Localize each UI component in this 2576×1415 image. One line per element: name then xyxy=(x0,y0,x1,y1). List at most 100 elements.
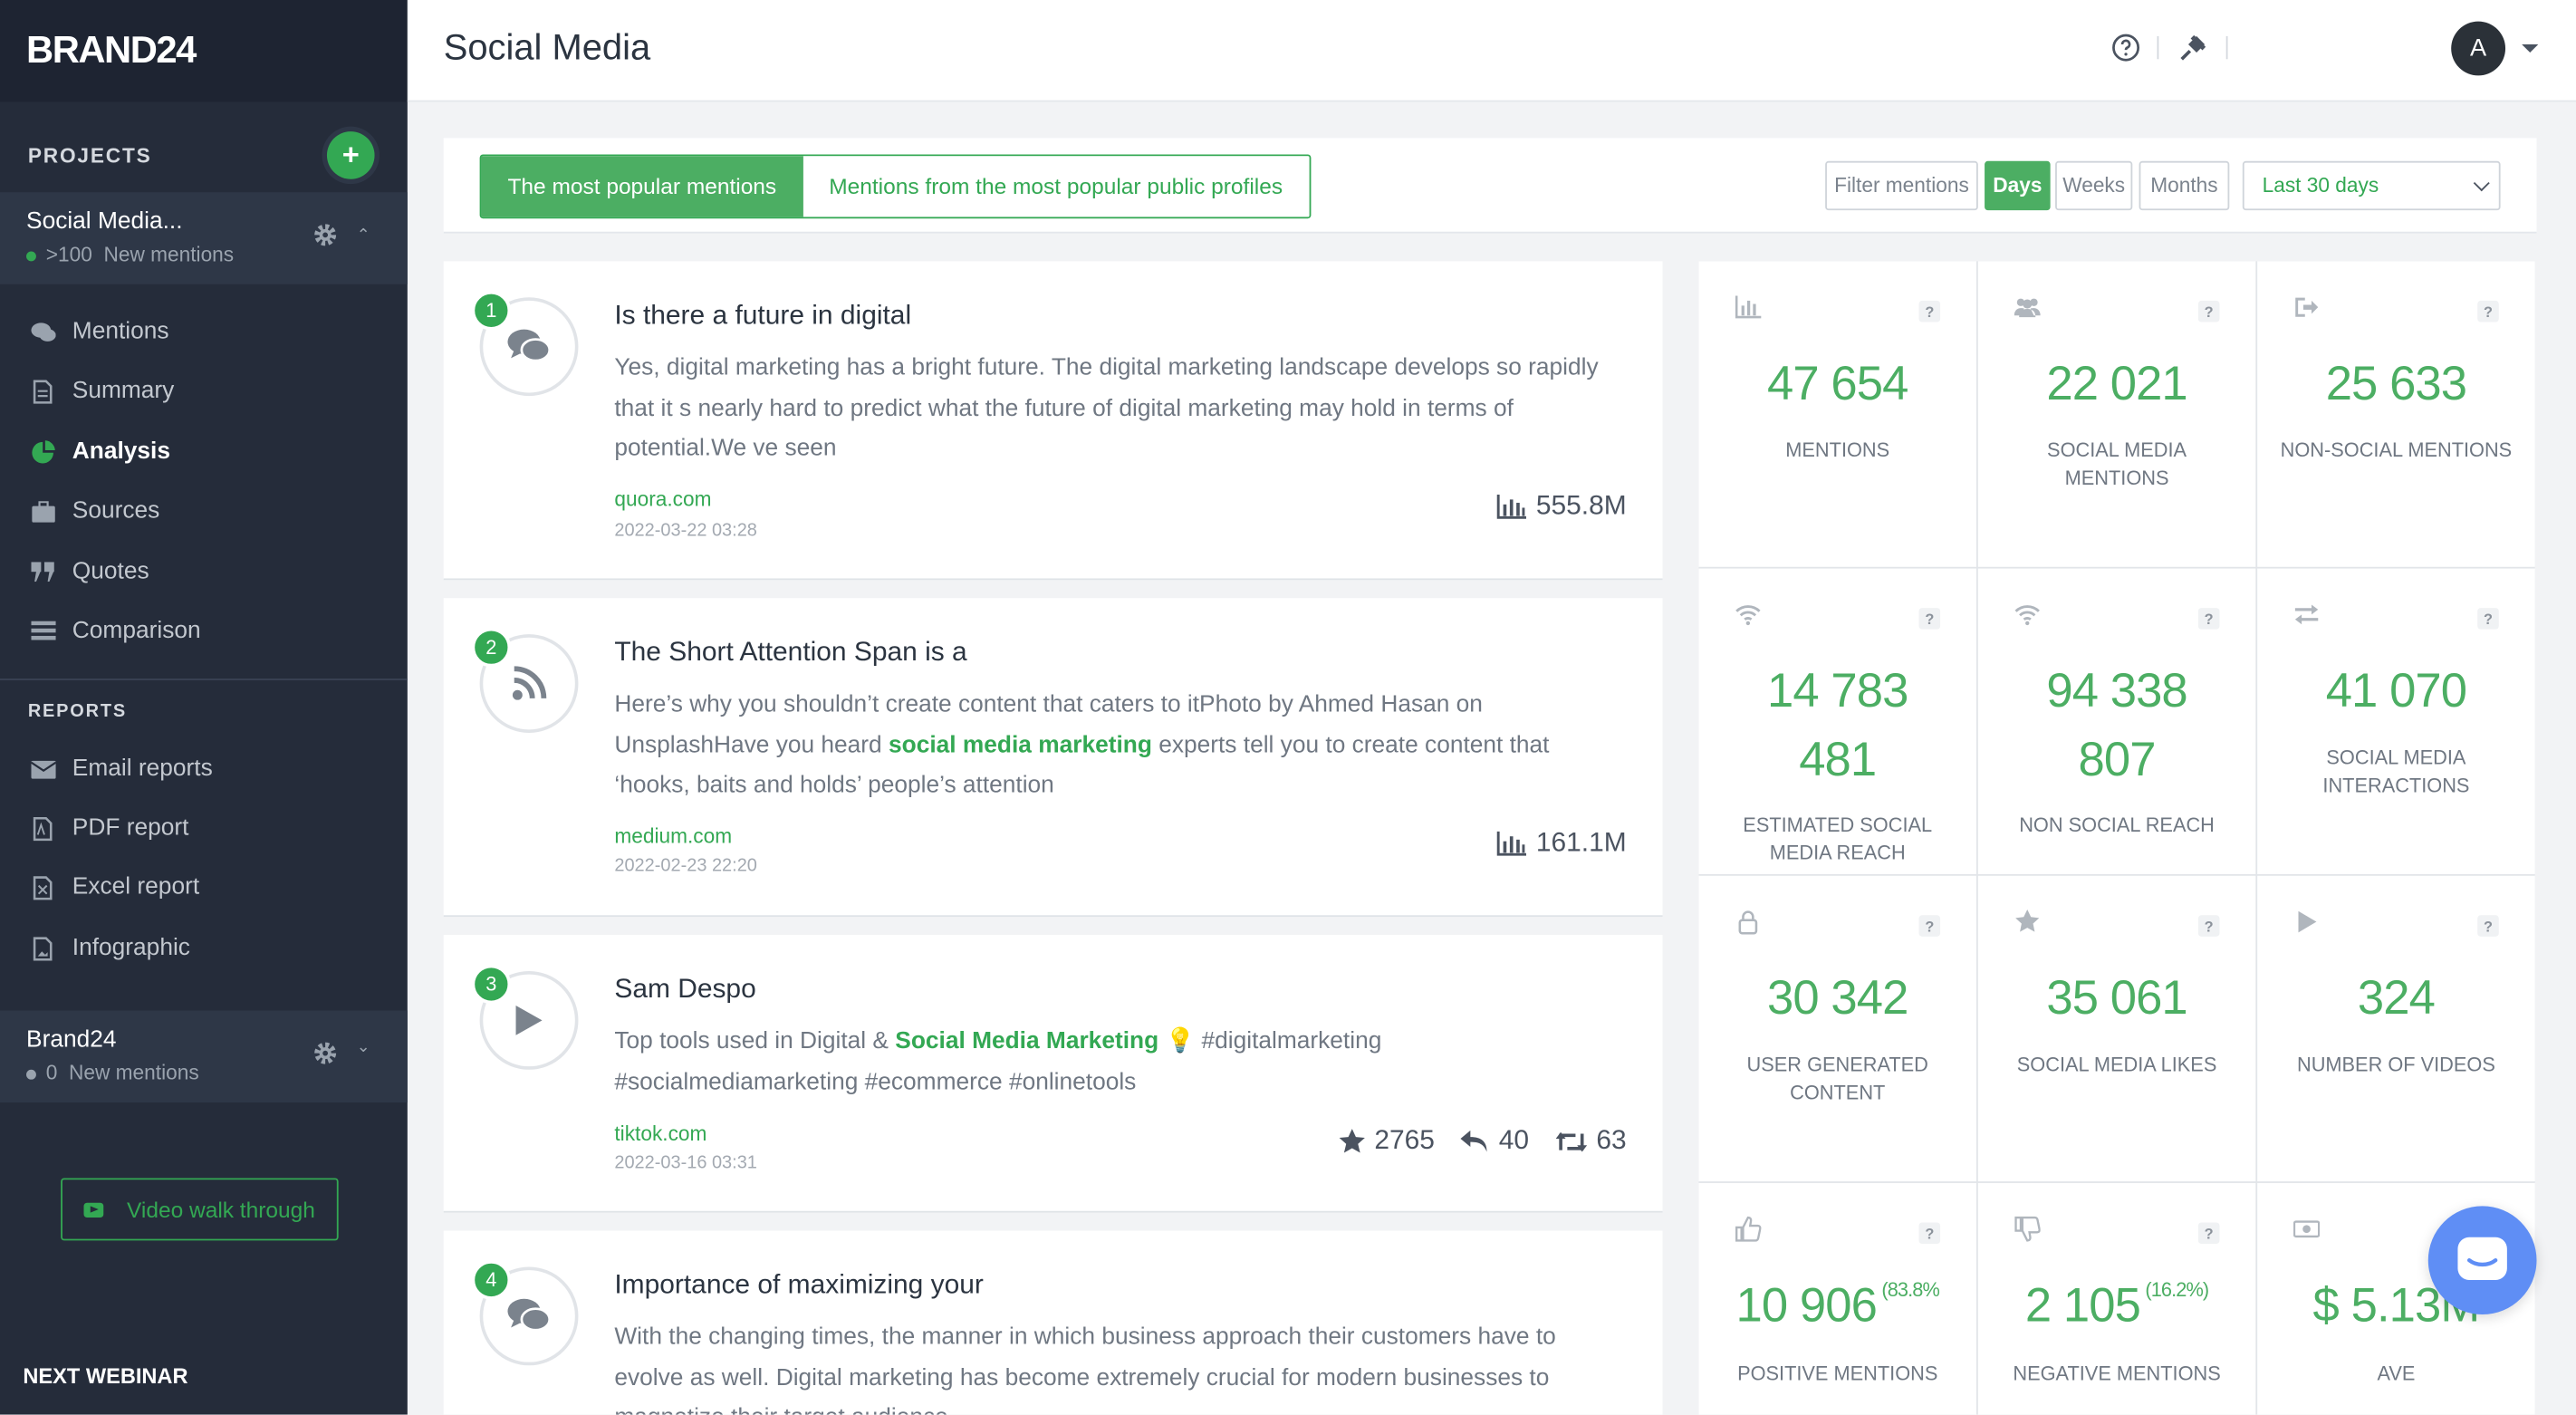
stat-value: 2 105(16.2%) xyxy=(1978,1272,2256,1341)
rss-icon xyxy=(511,666,547,702)
help-tooltip-icon[interactable]: ? xyxy=(1919,301,1941,322)
video-walkthrough-button[interactable]: Video walk through xyxy=(61,1178,339,1240)
separator xyxy=(2226,36,2228,59)
chevron-up-icon[interactable]: ⌃ xyxy=(357,226,370,245)
help-tooltip-icon[interactable]: ? xyxy=(2477,608,2499,630)
chevron-down-icon[interactable]: ⌄ xyxy=(357,1038,370,1056)
sidebar-item-infographic[interactable]: Infographic xyxy=(0,919,408,977)
help-tooltip-icon[interactable]: ? xyxy=(1919,1222,1941,1244)
stat-value: 35 061 xyxy=(1978,965,2256,1034)
help-tooltip-icon[interactable]: ? xyxy=(2477,915,2499,937)
date-range-select[interactable]: Last 30 days xyxy=(2243,161,2501,210)
chat-launcher-button[interactable] xyxy=(2428,1206,2537,1314)
mention-card[interactable]: 3 Sam Despo Top tools used in Digital & … xyxy=(444,935,1663,1213)
help-tooltip-icon[interactable]: ? xyxy=(2198,608,2220,630)
avatar[interactable]: A xyxy=(2451,22,2505,76)
mention-rank: 3 xyxy=(472,965,512,1005)
mention-source[interactable]: tiktok.com xyxy=(614,1122,706,1145)
mention-text: With the changing times, the manner in w… xyxy=(614,1318,1629,1415)
stat-non-social-reach: ? 94 338 807 NON SOCIAL REACH xyxy=(1978,569,2256,874)
stat-social-media-likes: ? 35 061 SOCIAL MEDIA LIKES xyxy=(1978,876,2256,1181)
retweet-icon xyxy=(1555,1130,1586,1152)
sidebar-item-mentions[interactable]: Mentions xyxy=(0,303,408,361)
mention-title[interactable]: The Short Attention Span is a xyxy=(614,638,966,669)
project-new-mentions: 0 New mentions xyxy=(26,1062,199,1084)
sidebar-item-quotes[interactable]: Quotes xyxy=(0,543,408,602)
mention-card[interactable]: 1 Is there a future in digital Yes, digi… xyxy=(444,261,1663,580)
youtube-icon xyxy=(84,1202,104,1217)
stat-value: 47 654 xyxy=(1698,350,1976,419)
help-tooltip-icon[interactable]: ? xyxy=(2477,301,2499,322)
status-dot xyxy=(26,251,36,261)
help-tooltip-icon[interactable]: ? xyxy=(2198,1222,2220,1244)
help-icon[interactable] xyxy=(2111,33,2141,63)
mention-card[interactable]: 4 Importance of maximizing your With the… xyxy=(444,1231,1663,1415)
reach-value: 555.8M xyxy=(1536,491,1627,522)
keyword-highlight: Social Media Marketing xyxy=(895,1028,1158,1054)
months-button[interactable]: Months xyxy=(2139,161,2230,210)
users-icon xyxy=(2014,294,2041,321)
help-tooltip-icon[interactable]: ? xyxy=(1919,608,1941,630)
tab-most-popular-mentions[interactable]: The most popular mentions xyxy=(481,156,803,217)
pdf-file-icon xyxy=(30,815,56,842)
project-brand24[interactable]: Brand24 0 New mentions ⌄ xyxy=(0,1010,408,1102)
project-new-mentions: >100 New mentions xyxy=(26,243,234,265)
weeks-button[interactable]: Weeks xyxy=(2055,161,2132,210)
mention-date: 2022-02-23 22:20 xyxy=(614,856,757,876)
mention-title[interactable]: Sam Despo xyxy=(614,975,755,1006)
gear-icon[interactable] xyxy=(312,222,339,248)
mention-title[interactable]: Importance of maximizing your xyxy=(614,1270,984,1301)
help-tooltip-icon[interactable]: ? xyxy=(2198,301,2220,322)
negative-count: 2 105 xyxy=(2025,1280,2140,1333)
help-tooltip-icon[interactable]: ? xyxy=(2198,915,2220,937)
wifi-icon xyxy=(1735,602,1761,628)
sidebar-item-excel-report[interactable]: Excel report xyxy=(0,858,408,917)
sidebar-item-label: Sources xyxy=(72,498,159,525)
gear-icon[interactable] xyxy=(312,1040,339,1066)
sidebar-item-sources[interactable]: Sources xyxy=(0,481,408,540)
mention-card[interactable]: 2 The Short Attention Span is a Here’s w… xyxy=(444,598,1663,917)
mention-title[interactable]: Is there a future in digital xyxy=(614,301,911,332)
stat-label: ESTIMATED SOCIAL MEDIA REACH xyxy=(1716,812,1960,868)
sidebar-item-email-reports[interactable]: Email reports xyxy=(0,739,408,798)
sidebar-item-label: Summary xyxy=(72,378,175,404)
sidebar-item-label: Comparison xyxy=(72,618,201,644)
project-name: Social Media... xyxy=(26,208,183,235)
next-webinar-label[interactable]: NEXT WEBINAR xyxy=(23,1363,187,1388)
sidebar-item-summary[interactable]: Summary xyxy=(0,361,408,420)
caret-down-icon[interactable] xyxy=(2522,44,2538,53)
comments-icon xyxy=(507,329,550,365)
stat-label: NEGATIVE MENTIONS xyxy=(1994,1361,2239,1389)
sidebar-item-pdf-report[interactable]: PDF report xyxy=(0,799,408,858)
sidebar-item-analysis[interactable]: Analysis xyxy=(0,422,408,481)
mention-text: Here’s why you shouldn’t create content … xyxy=(614,685,1629,805)
project-social-media[interactable]: Social Media... >100 New mentions ⌃ xyxy=(0,192,408,284)
bar-chart-icon xyxy=(1496,832,1526,856)
stat-label: SOCIAL MEDIA MENTIONS xyxy=(1994,437,2239,493)
brand-logo[interactable]: BRAND24 xyxy=(26,28,196,72)
wifi-icon xyxy=(2014,602,2041,628)
mention-source[interactable]: quora.com xyxy=(614,488,711,511)
mention-source[interactable]: medium.com xyxy=(614,825,732,848)
exchange-icon xyxy=(2293,602,2320,628)
sidebar-item-label: Infographic xyxy=(72,935,190,961)
stat-value: 41 070 xyxy=(2257,658,2535,727)
stats-grid: ? 47 654 MENTIONS ? 22 021 SOCIAL MEDIA … xyxy=(1698,261,2534,1414)
envelope-icon xyxy=(30,756,56,782)
days-button[interactable]: Days xyxy=(1985,161,2051,210)
sidebar-item-comparison[interactable]: Comparison xyxy=(0,602,408,660)
plug-icon[interactable] xyxy=(2178,33,2208,63)
tab-popular-public-profiles[interactable]: Mentions from the most popular public pr… xyxy=(803,156,1309,217)
mention-rank: 1 xyxy=(472,291,512,331)
positive-percentage: (83.8% xyxy=(1881,1278,1939,1301)
mentions-toolbar: The most popular mentions Mentions from … xyxy=(444,138,2537,233)
project-name: Brand24 xyxy=(26,1027,116,1054)
help-tooltip-icon[interactable]: ? xyxy=(1919,915,1941,937)
mention-reach: 161.1M xyxy=(1496,828,1626,859)
sidebar-item-label: Email reports xyxy=(72,756,213,782)
mention-date: 2022-03-16 03:31 xyxy=(614,1153,757,1173)
play-icon xyxy=(514,1004,544,1036)
filter-mentions-button[interactable]: Filter mentions xyxy=(1825,161,1978,210)
add-project-button[interactable]: + xyxy=(327,131,375,179)
negative-percentage: (16.2%) xyxy=(2145,1278,2208,1301)
